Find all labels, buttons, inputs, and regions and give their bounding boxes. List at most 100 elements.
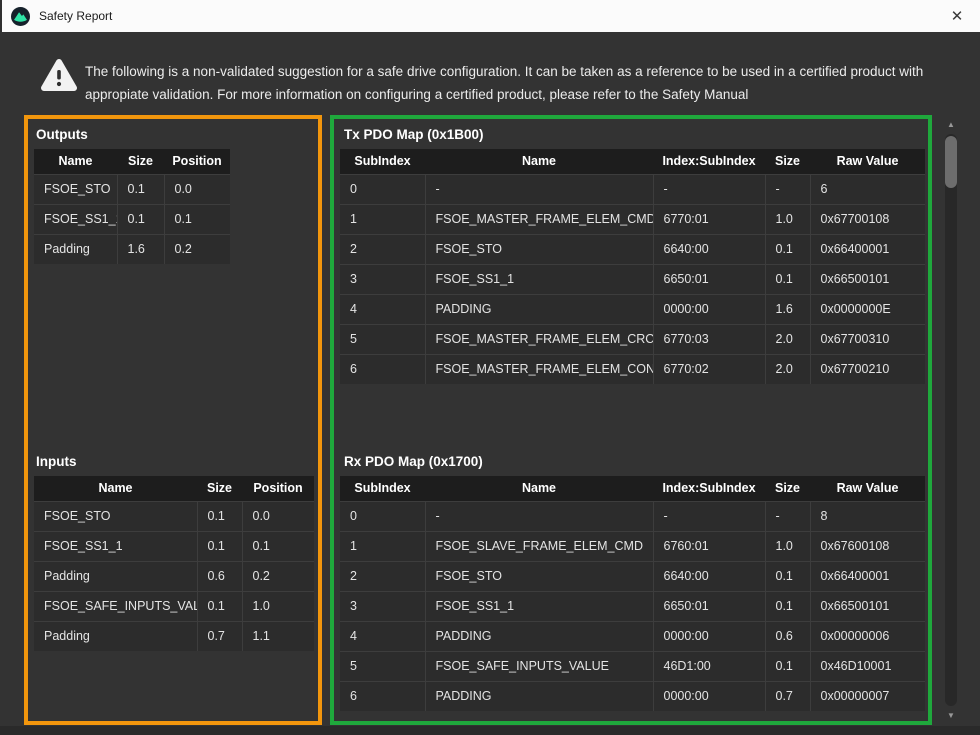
pdo-panel: Tx PDO Map (0x1B00) SubIndexNameIndex:Su… <box>330 115 932 725</box>
table-row: 3FSOE_SS1_16650:010.10x66500101 <box>340 264 925 294</box>
table-row: 2FSOE_STO6640:000.10x66400001 <box>340 561 925 591</box>
table-cell: 1 <box>340 531 425 561</box>
table-cell: 4 <box>340 294 425 324</box>
scrollbar-track[interactable] <box>945 134 957 706</box>
table-cell: - <box>653 501 765 531</box>
column-header: SubIndex <box>340 476 425 501</box>
rx-pdo-title: Rx PDO Map (0x1700) <box>344 454 483 469</box>
table-cell: PADDING <box>425 294 653 324</box>
table-cell: Padding <box>34 621 197 651</box>
table-row: 3FSOE_SS1_16650:010.10x66500101 <box>340 591 925 621</box>
table-cell: FSOE_MASTER_FRAME_ELEM_CONNID <box>425 354 653 384</box>
column-header: Index:SubIndex <box>653 476 765 501</box>
table-cell: 8 <box>810 501 925 531</box>
table-cell: FSOE_MASTER_FRAME_ELEM_CRC0 <box>425 324 653 354</box>
table-cell: PADDING <box>425 621 653 651</box>
table-cell: 0.6 <box>197 561 242 591</box>
table-row: FSOE_SS1_10.10.1 <box>34 204 230 234</box>
column-header: Index:SubIndex <box>653 149 765 174</box>
table-cell: 6770:01 <box>653 204 765 234</box>
rx-pdo-table: SubIndexNameIndex:SubIndexSizeRaw Value0… <box>340 476 925 711</box>
outputs-title: Outputs <box>36 127 88 142</box>
table-row: 6PADDING0000:000.70x00000007 <box>340 681 925 711</box>
table-cell: 6640:00 <box>653 234 765 264</box>
table-cell: 0x66400001 <box>810 234 925 264</box>
column-header: Size <box>765 149 810 174</box>
column-header: Size <box>117 149 164 174</box>
content: The following is a non-validated suggest… <box>0 32 980 735</box>
vertical-scrollbar[interactable]: ▲ ▼ <box>944 118 958 722</box>
table-cell: 0.1 <box>164 204 230 234</box>
table-cell: 1.0 <box>765 204 810 234</box>
table-row: FSOE_STO0.10.0 <box>34 501 314 531</box>
table-cell: - <box>765 501 810 531</box>
column-header: SubIndex <box>340 149 425 174</box>
scroll-up-button[interactable]: ▲ <box>944 118 958 131</box>
table-cell: 0.1 <box>197 591 242 621</box>
table-cell: 2 <box>340 561 425 591</box>
table-cell: 6760:01 <box>653 531 765 561</box>
table-cell: 0.1 <box>765 264 810 294</box>
table-row: 4PADDING0000:000.60x00000006 <box>340 621 925 651</box>
header-row: SubIndexNameIndex:SubIndexSizeRaw Value <box>340 149 925 174</box>
table-row: FSOE_SS1_10.10.1 <box>34 531 314 561</box>
inputs-table: NameSizePositionFSOE_STO0.10.0FSOE_SS1_1… <box>34 476 314 651</box>
table-row: 5FSOE_MASTER_FRAME_ELEM_CRC06770:032.00x… <box>340 324 925 354</box>
table-cell: 0.1 <box>242 531 314 561</box>
table-cell: Padding <box>34 561 197 591</box>
table-row: Padding0.71.1 <box>34 621 314 651</box>
table-cell: FSOE_MASTER_FRAME_ELEM_CMD <box>425 204 653 234</box>
scrollbar-thumb[interactable] <box>945 136 957 188</box>
column-header: Raw Value <box>810 476 925 501</box>
table-cell: 2 <box>340 234 425 264</box>
warning-icon <box>40 58 78 92</box>
table-row: FSOE_STO0.10.0 <box>34 174 230 204</box>
table-cell: 0 <box>340 501 425 531</box>
table-cell: 3 <box>340 264 425 294</box>
table-cell: 2.0 <box>765 324 810 354</box>
table-cell: PADDING <box>425 681 653 711</box>
titlebar: Safety Report ✕ <box>0 0 980 32</box>
table-cell: 6 <box>340 354 425 384</box>
table-cell: FSOE_SS1_1 <box>425 591 653 621</box>
table-row: 5FSOE_SAFE_INPUTS_VALUE46D1:000.10x46D10… <box>340 651 925 681</box>
table-cell: 0.0 <box>164 174 230 204</box>
table-cell: 1.1 <box>242 621 314 651</box>
scroll-down-button[interactable]: ▼ <box>944 709 958 722</box>
table-cell: 0.6 <box>765 621 810 651</box>
table-cell: 0.1 <box>765 234 810 264</box>
table-cell: 3 <box>340 591 425 621</box>
table-cell: 0x00000006 <box>810 621 925 651</box>
table-cell: 2.0 <box>765 354 810 384</box>
column-header: Position <box>242 476 314 501</box>
close-icon: ✕ <box>951 7 964 25</box>
table-cell: 0000:00 <box>653 294 765 324</box>
scroll-up-icon: ▲ <box>947 120 955 129</box>
io-panel: Outputs NameSizePositionFSOE_STO0.10.0FS… <box>24 115 322 725</box>
table-cell: 0x46D10001 <box>810 651 925 681</box>
table-cell: 6770:02 <box>653 354 765 384</box>
table-cell: - <box>425 501 653 531</box>
table-cell: 0 <box>340 174 425 204</box>
table-row: 4PADDING0000:001.60x0000000E <box>340 294 925 324</box>
table-cell: 1 <box>340 204 425 234</box>
column-header: Name <box>425 476 653 501</box>
table-cell: 6640:00 <box>653 561 765 591</box>
table-cell: 0x00000007 <box>810 681 925 711</box>
table-cell: - <box>425 174 653 204</box>
table-cell: 0x66400001 <box>810 561 925 591</box>
table-row: 6FSOE_MASTER_FRAME_ELEM_CONNID6770:022.0… <box>340 354 925 384</box>
close-button[interactable]: ✕ <box>934 0 980 32</box>
table-cell: FSOE_SS1_1 <box>34 204 117 234</box>
inputs-title: Inputs <box>36 454 77 469</box>
table-row: FSOE_SAFE_INPUTS_VALUE0.11.0 <box>34 591 314 621</box>
column-header: Position <box>164 149 230 174</box>
column-header: Name <box>34 476 197 501</box>
table-cell: - <box>765 174 810 204</box>
table-cell: 6 <box>340 681 425 711</box>
tx-pdo-title: Tx PDO Map (0x1B00) <box>344 127 484 142</box>
table-cell: 1.6 <box>765 294 810 324</box>
table-cell: 6650:01 <box>653 591 765 621</box>
table-row: 1FSOE_MASTER_FRAME_ELEM_CMD6770:011.00x6… <box>340 204 925 234</box>
table-cell: 6650:01 <box>653 264 765 294</box>
